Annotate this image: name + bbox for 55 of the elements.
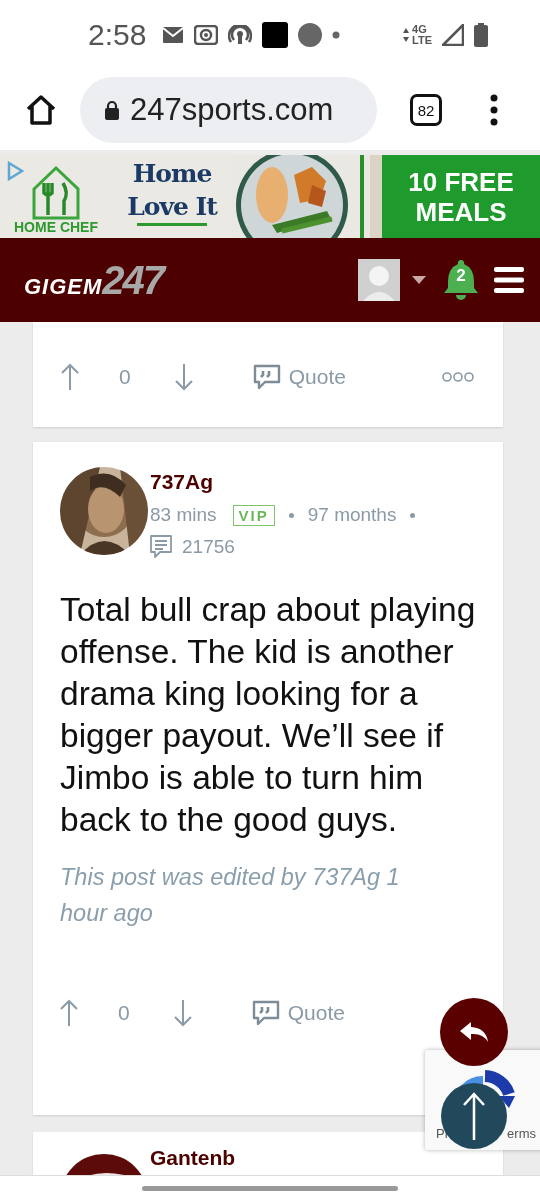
radio-icon bbox=[194, 25, 219, 45]
site-logo-number: 247 bbox=[102, 260, 164, 300]
gesture-handle[interactable] bbox=[142, 1186, 398, 1191]
arrow-up-icon bbox=[462, 1091, 486, 1141]
site-logo-text: GIGEM bbox=[24, 274, 103, 300]
podcast-icon bbox=[228, 25, 253, 45]
downvote-icon[interactable] bbox=[173, 999, 192, 1027]
downvote-icon[interactable] bbox=[174, 363, 193, 391]
member-tenure: 97 months bbox=[307, 504, 397, 526]
quote-icon bbox=[251, 1000, 280, 1026]
headline-text: Home bbox=[132, 158, 212, 190]
vip-badge: VIP bbox=[232, 504, 275, 526]
more-icon[interactable] bbox=[441, 371, 475, 383]
terms-link[interactable]: erms bbox=[507, 1126, 536, 1141]
reply-icon bbox=[459, 1020, 489, 1044]
network-label: LTE bbox=[412, 35, 432, 46]
offer-text: MEALS bbox=[415, 196, 507, 227]
lock-icon bbox=[104, 100, 120, 120]
tab-count-button[interactable]: 82 bbox=[410, 94, 442, 126]
offer-text: 10 FREE bbox=[408, 166, 514, 197]
headline-text: Love It bbox=[127, 191, 217, 223]
caret-icon[interactable] bbox=[412, 276, 426, 284]
signal-icon bbox=[442, 24, 464, 46]
clock-time: 2:58 bbox=[88, 18, 147, 52]
vote-count: 0 bbox=[119, 365, 131, 389]
post-time: 83 mins bbox=[150, 504, 217, 526]
author-name[interactable]: Gantenb bbox=[150, 1146, 236, 1170]
bell-icon bbox=[444, 260, 478, 300]
play-icon bbox=[6, 161, 24, 181]
menu-icon[interactable] bbox=[489, 94, 499, 126]
upvote-icon[interactable] bbox=[61, 363, 79, 391]
separator-dot-icon bbox=[410, 512, 416, 518]
brand-text: HOME CHEF bbox=[14, 219, 98, 235]
quote-icon bbox=[252, 364, 281, 390]
edit-note: This post was edited by 737Ag 1 hour ago bbox=[60, 863, 401, 928]
upvote-icon[interactable] bbox=[60, 999, 78, 1027]
post-text: Total bull crap about playing offense. The kid is another drama king looking for a bigger payout. We’ll see if Jimbo is able to turn him back to the good guys. bbox=[60, 590, 477, 840]
posts-icon bbox=[150, 535, 172, 559]
network-label: 4G bbox=[412, 24, 428, 35]
author-name[interactable]: 737Ag bbox=[150, 468, 416, 496]
menu-icon[interactable] bbox=[494, 267, 524, 293]
post-count: 21756 bbox=[182, 536, 235, 558]
url-text: 247sports.com bbox=[130, 92, 334, 128]
dot-icon bbox=[332, 31, 341, 39]
home-icon[interactable] bbox=[24, 93, 58, 127]
vote-count: 0 bbox=[118, 1001, 130, 1025]
data-arrows-icon bbox=[402, 27, 411, 43]
ad-banner[interactable]: HOME CHEF Home Love It 10 FREE MEALS bbox=[0, 155, 540, 238]
circle-icon bbox=[298, 23, 323, 47]
notification-count: 2 bbox=[455, 266, 467, 286]
battery-icon bbox=[474, 23, 488, 47]
separator-dot-icon bbox=[288, 512, 294, 518]
house-fork-knife-icon bbox=[31, 165, 81, 221]
address-bar[interactable]: 247sports.com bbox=[80, 77, 377, 143]
mail-icon bbox=[162, 26, 185, 44]
